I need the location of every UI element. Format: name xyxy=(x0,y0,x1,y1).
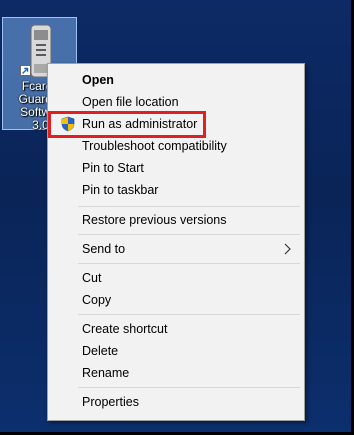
menu-separator xyxy=(78,234,300,235)
menu-item-label: Create shortcut xyxy=(82,322,168,336)
menu-item-label: Troubleshoot compatibility xyxy=(82,139,227,153)
menu-separator xyxy=(78,263,300,264)
menu-item-label: Copy xyxy=(82,293,112,307)
menu-item-label: Pin to taskbar xyxy=(82,183,159,197)
menu-item-label: Open file location xyxy=(82,95,179,109)
menu-item-label: Delete xyxy=(82,344,119,358)
menu-item-send-to[interactable]: Send to xyxy=(49,238,303,260)
menu-item-delete[interactable]: Delete xyxy=(49,340,303,362)
menu-item-label: Rename xyxy=(82,366,130,380)
menu-item-properties[interactable]: Properties xyxy=(49,391,303,413)
menu-item-pin-to-taskbar[interactable]: Pin to taskbar xyxy=(49,179,303,201)
menu-item-open-file-location[interactable]: Open file location xyxy=(49,91,303,113)
menu-item-rename[interactable]: Rename xyxy=(49,362,303,384)
menu-item-label: Properties xyxy=(82,395,139,409)
menu-item-pin-to-start[interactable]: Pin to Start xyxy=(49,157,303,179)
context-menu: Open Open file location Run as administr… xyxy=(47,63,305,421)
chevron-right-icon xyxy=(284,243,291,255)
menu-separator xyxy=(78,314,300,315)
menu-item-label: Restore previous versions xyxy=(82,213,227,227)
shortcut-arrow-icon xyxy=(20,65,31,76)
menu-item-open[interactable]: Open xyxy=(49,69,303,91)
uac-shield-icon xyxy=(61,116,75,132)
menu-item-run-as-administrator[interactable]: Run as administrator xyxy=(49,113,303,135)
menu-item-label: Run as administrator xyxy=(82,117,198,131)
menu-item-label: Open xyxy=(82,73,114,87)
menu-item-troubleshoot-compatibility[interactable]: Troubleshoot compatibility xyxy=(49,135,303,157)
menu-separator xyxy=(78,387,300,388)
menu-item-label: Pin to Start xyxy=(82,161,144,175)
menu-separator xyxy=(78,206,300,207)
menu-item-copy[interactable]: Copy xyxy=(49,289,303,311)
menu-item-restore-previous-versions[interactable]: Restore previous versions xyxy=(49,209,303,231)
desktop: Fcard2 Guard T Softwar 3.0 Open Open fil… xyxy=(0,0,354,435)
menu-item-label: Send to xyxy=(82,242,126,256)
menu-item-label: Cut xyxy=(82,271,102,285)
menu-item-create-shortcut[interactable]: Create shortcut xyxy=(49,318,303,340)
menu-item-cut[interactable]: Cut xyxy=(49,267,303,289)
